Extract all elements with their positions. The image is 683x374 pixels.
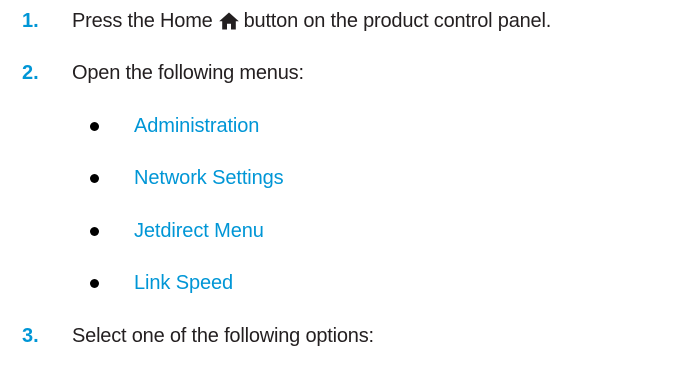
bullet-dot	[90, 121, 99, 131]
home-icon	[218, 11, 240, 31]
menu-item-jetdirect-menu[interactable]: Jetdirect Menu	[82, 218, 264, 244]
step-text-before-icon: Press the Home	[72, 9, 213, 32]
menu-item-link-speed[interactable]: Link Speed	[82, 270, 233, 296]
menu-link[interactable]: Jetdirect Menu	[134, 220, 264, 243]
menu-link[interactable]: Administration	[134, 115, 259, 138]
bullet-dot	[90, 173, 99, 183]
step-1: 1. Press the Home button on the product …	[22, 8, 551, 34]
step-text: Select one of the following options:	[72, 324, 374, 347]
menu-link[interactable]: Link Speed	[134, 272, 233, 295]
menu-item-network-settings[interactable]: Network Settings	[82, 165, 284, 191]
menu-link[interactable]: Network Settings	[134, 167, 284, 190]
menu-item-administration[interactable]: Administration	[82, 113, 259, 139]
step-3: 3. Select one of the following options:	[22, 323, 374, 349]
step-text: Press the Home button on the product con…	[72, 10, 551, 33]
step-number: 2.	[22, 61, 39, 84]
bullet-dot	[90, 278, 99, 288]
step-text: Open the following menus:	[72, 61, 304, 84]
step-2: 2. Open the following menus:	[22, 60, 304, 86]
step-number: 3.	[22, 324, 39, 347]
step-number: 1.	[22, 9, 39, 32]
step-text-after-icon: button on the product control panel.	[243, 9, 552, 32]
instructions-document: 1. Press the Home button on the product …	[0, 0, 683, 374]
bullet-dot	[90, 226, 99, 236]
